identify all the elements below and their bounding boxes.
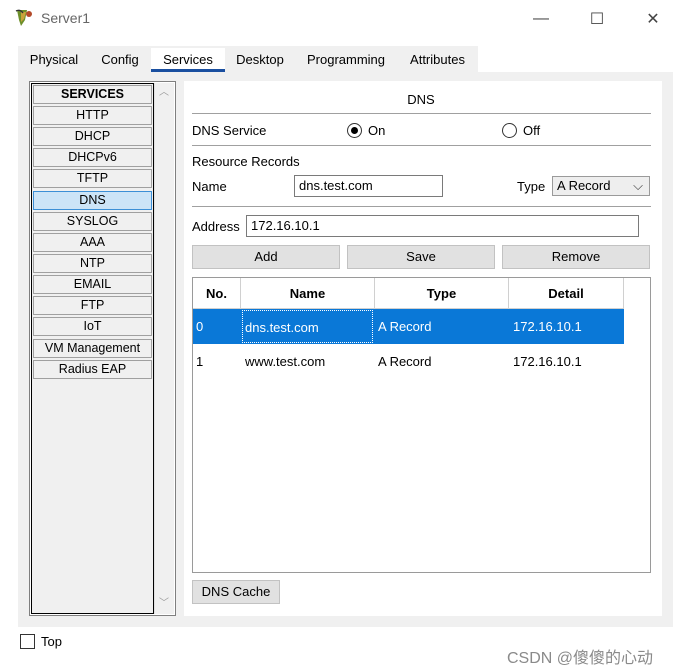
tab-config[interactable]: Config: [94, 48, 146, 72]
address-label: Address: [192, 219, 240, 234]
scroll-down-icon[interactable]: ﹀: [154, 595, 174, 613]
sidebar-item-dns[interactable]: DNS: [33, 191, 152, 210]
resource-records-label: Resource Records: [192, 154, 300, 169]
dns-on-label: On: [368, 123, 386, 138]
tab-attributes[interactable]: Attributes: [400, 48, 475, 72]
name-label: Name: [192, 179, 227, 194]
dns-on-radio[interactable]: [347, 123, 362, 138]
window-title: Server1: [41, 10, 91, 26]
sidebar-item-dhcpv6[interactable]: DHCPv6: [33, 148, 152, 167]
top-checkbox[interactable]: [20, 634, 35, 649]
sidebar-item-ntp[interactable]: NTP: [33, 254, 152, 273]
close-button[interactable]: ✕: [630, 0, 676, 38]
scroll-up-icon[interactable]: ︿: [154, 84, 174, 102]
sidebar-item-vm-management[interactable]: VM Management: [33, 339, 152, 358]
table-cell: A Record: [378, 354, 432, 369]
column-header-name[interactable]: Name: [241, 278, 375, 309]
table-cell: dns.test.com: [242, 310, 373, 343]
sidebar-scrollbar[interactable]: [154, 83, 174, 614]
tab-desktop[interactable]: Desktop: [228, 48, 292, 72]
tab-physical[interactable]: Physical: [22, 48, 86, 72]
add-button[interactable]: Add: [192, 245, 340, 269]
type-select[interactable]: A Record ⌵: [552, 176, 650, 196]
table-cell: www.test.com: [245, 354, 326, 369]
minimize-button[interactable]: —: [518, 0, 564, 38]
active-tab-indicator: [151, 69, 225, 72]
radio-selected-dot: [351, 127, 358, 134]
type-select-value: A Record: [557, 178, 611, 193]
tab-strip-fill: [478, 46, 673, 72]
sidebar-item-radius-eap[interactable]: Radius EAP: [33, 360, 152, 379]
sidebar-item-http[interactable]: HTTP: [33, 106, 152, 125]
dns-service-label: DNS Service: [192, 123, 267, 138]
sidebar-item-ftp[interactable]: FTP: [33, 296, 152, 315]
table-cell: 172.16.10.1: [513, 354, 582, 369]
sidebar-item-tftp[interactable]: TFTP: [33, 169, 152, 188]
maximize-button[interactable]: ☐: [574, 0, 620, 38]
divider: [192, 145, 651, 146]
table-cell: 0: [196, 319, 204, 334]
sidebar-item-syslog[interactable]: SYSLOG: [33, 212, 152, 231]
name-input[interactable]: dns.test.com: [294, 175, 443, 197]
sidebar-item-aaa[interactable]: AAA: [33, 233, 152, 252]
table-cell: 172.16.10.1: [513, 319, 582, 334]
dns-cache-button[interactable]: DNS Cache: [192, 580, 280, 604]
divider: [192, 206, 651, 207]
sidebar-item-email[interactable]: EMAIL: [33, 275, 152, 294]
column-header-type[interactable]: Type: [375, 278, 509, 309]
column-header-detail[interactable]: Detail: [509, 278, 624, 309]
divider: [192, 113, 651, 114]
dns-off-label: Off: [523, 123, 541, 138]
chevron-down-icon: ⌵: [633, 178, 643, 193]
sidebar-item-dhcp[interactable]: DHCP: [33, 127, 152, 146]
table-cell: A Record: [378, 319, 432, 334]
sidebar-item-iot[interactable]: IoT: [33, 317, 152, 336]
dns-off-radio[interactable]: [502, 123, 517, 138]
tab-programming[interactable]: Programming: [300, 48, 392, 72]
packet-tracer-app-icon: [14, 8, 36, 28]
section-title: DNS: [407, 92, 435, 107]
remove-button[interactable]: Remove: [502, 245, 650, 269]
type-label: Type: [517, 179, 546, 194]
watermark: CSDN @傻傻的心动: [507, 650, 654, 667]
top-label: Top: [41, 634, 62, 649]
address-input[interactable]: 172.16.10.1: [246, 215, 639, 237]
column-header-no[interactable]: No.: [193, 278, 241, 309]
table-cell: 1: [196, 354, 204, 369]
save-button[interactable]: Save: [347, 245, 495, 269]
services-header: SERVICES: [33, 85, 152, 104]
